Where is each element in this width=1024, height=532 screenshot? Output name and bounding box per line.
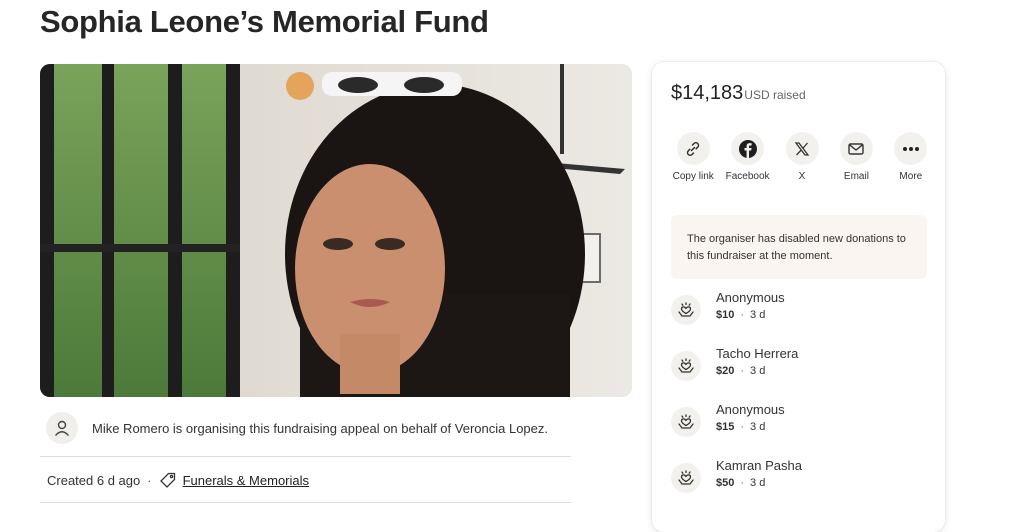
- organiser-row: Mike Romero is organising this fundraisi…: [46, 410, 576, 446]
- donation-heart-icon: [671, 463, 701, 493]
- divider: [40, 456, 571, 457]
- donation-heart-icon: [671, 295, 701, 325]
- donation-time: 3 d: [750, 477, 766, 489]
- share-label: X: [798, 171, 806, 182]
- share-more-button[interactable]: More: [884, 132, 938, 183]
- donation-item: Kamran Pasha $50 · 3 d: [671, 458, 802, 502]
- donation-heart-icon: [671, 407, 701, 437]
- donation-time: 3 d: [750, 309, 766, 321]
- donation-sidebar: $14,183USD raised Copy link Facebook X E…: [652, 62, 945, 532]
- donation-separator: ·: [740, 477, 745, 489]
- donation-amount: $50: [716, 477, 735, 489]
- fundraiser-meta: Created 6 d ago · Funerals & Memorials: [47, 469, 309, 491]
- x-icon: [785, 132, 819, 165]
- email-icon: [839, 132, 873, 165]
- donation-separator: ·: [740, 365, 745, 377]
- donor-name: Anonymous: [716, 290, 785, 305]
- share-label: More: [899, 171, 923, 182]
- donation-separator: ·: [740, 309, 745, 321]
- share-label: Facebook: [725, 171, 770, 182]
- share-x-button[interactable]: X: [775, 132, 829, 183]
- share-options: Copy link Facebook X Email More: [666, 132, 938, 183]
- donations-disabled-notice: The organiser has disabled new donations…: [671, 215, 927, 279]
- user-icon: [46, 412, 78, 444]
- donation-separator: ·: [740, 421, 745, 433]
- facebook-icon: [731, 132, 765, 165]
- donor-name: Tacho Herrera: [716, 346, 799, 361]
- raised-amount: $14,183: [671, 82, 744, 104]
- donation-heart-icon: [671, 351, 701, 381]
- share-email-button[interactable]: Email: [829, 132, 883, 183]
- donation-item: Anonymous $10 · 3 d: [671, 290, 785, 334]
- divider: [40, 502, 571, 503]
- donation-time: 3 d: [750, 365, 766, 377]
- tag-icon: [159, 471, 177, 489]
- page-title: Sophia Leone’s Memorial Fund: [40, 4, 489, 39]
- raised-label: USD raised: [744, 88, 806, 102]
- fundraiser-photo: [40, 64, 632, 397]
- share-label: Copy link: [672, 171, 714, 182]
- share-copy-link-button[interactable]: Copy link: [666, 132, 720, 183]
- donation-amount: $10: [716, 309, 735, 321]
- donation-time: 3 d: [750, 421, 766, 433]
- link-icon: [676, 132, 710, 165]
- organiser-text: Mike Romero is organising this fundraisi…: [92, 420, 548, 436]
- donation-amount: $20: [716, 365, 735, 377]
- category-link[interactable]: Funerals & Memorials: [183, 473, 309, 488]
- donor-name: Kamran Pasha: [716, 458, 802, 473]
- more-icon: [894, 132, 928, 165]
- meta-separator: ·: [147, 472, 152, 488]
- donor-name: Anonymous: [716, 402, 785, 417]
- share-label: Email: [843, 171, 869, 182]
- donation-item: Anonymous $15 · 3 d: [671, 402, 785, 446]
- donation-amount: $15: [716, 421, 735, 433]
- amount-raised: $14,183USD raised: [671, 82, 806, 105]
- donation-item: Tacho Herrera $20 · 3 d: [671, 346, 798, 390]
- share-facebook-button[interactable]: Facebook: [720, 132, 774, 183]
- created-date: Created 6 d ago: [47, 472, 141, 488]
